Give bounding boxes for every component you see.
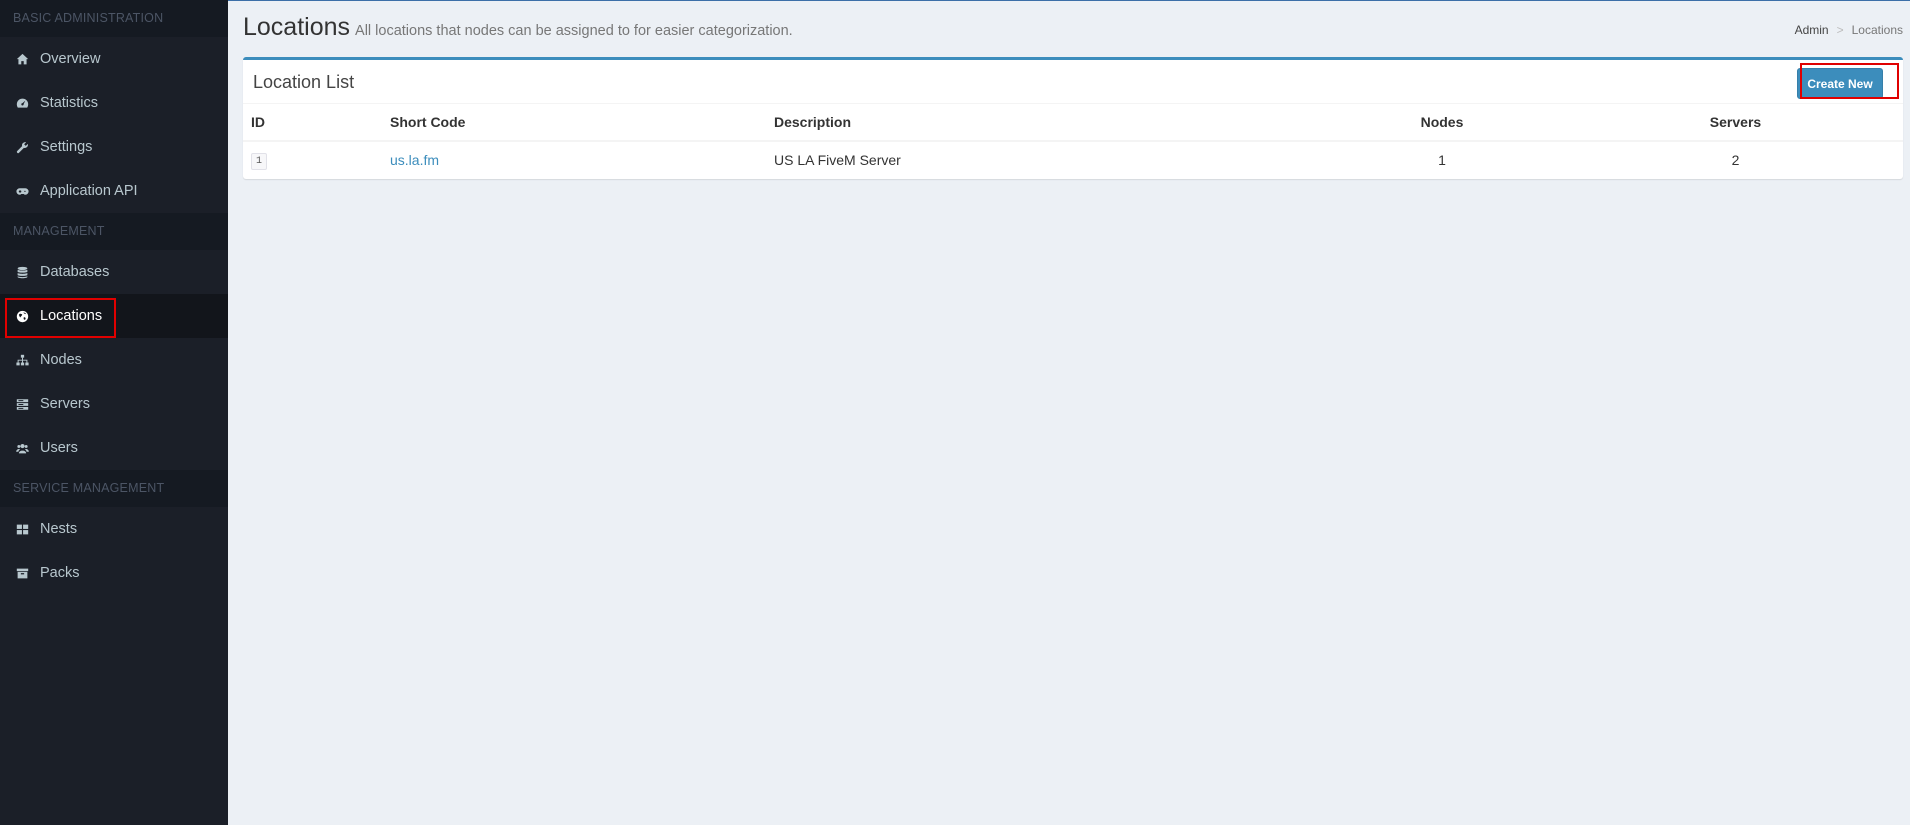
sidebar-item-statistics[interactable]: Statistics	[0, 81, 228, 125]
sidebar: BASIC ADMINISTRATION Overview Statistics…	[0, 0, 228, 825]
database-icon	[15, 265, 29, 279]
breadcrumb-current: Locations	[1851, 23, 1903, 37]
sidebar-item-overview[interactable]: Overview	[0, 37, 228, 81]
breadcrumb-separator: >	[1836, 23, 1844, 37]
sidebar-item-label: Databases	[40, 264, 110, 280]
sidebar-item-application-api[interactable]: Application API	[0, 169, 228, 213]
location-list-box: Location List Create New ID Short Code D…	[243, 57, 1903, 179]
create-new-button[interactable]: Create New	[1797, 68, 1883, 99]
sidebar-item-settings[interactable]: Settings	[0, 125, 228, 169]
table-row: 1 us.la.fm US LA FiveM Server 1 2	[243, 141, 1903, 178]
home-icon	[15, 52, 29, 66]
page-title: Locations	[243, 13, 351, 41]
gamepad-icon	[15, 184, 29, 198]
sidebar-item-servers[interactable]: Servers	[0, 382, 228, 426]
archive-icon	[15, 566, 29, 580]
sidebar-item-label: Packs	[40, 565, 80, 581]
cell-short-code: us.la.fm	[382, 141, 766, 178]
th-large-icon	[15, 522, 29, 536]
sitemap-icon	[15, 353, 29, 367]
sidebar-item-locations[interactable]: Locations	[0, 294, 228, 338]
sidebar-item-label: Settings	[40, 139, 93, 155]
top-border-line	[228, 0, 1910, 1]
sidebar-item-label: Nodes	[40, 352, 82, 368]
sidebar-item-label: Locations	[40, 308, 103, 324]
sidebar-item-label: Users	[40, 440, 78, 456]
wrench-icon	[15, 140, 29, 154]
box-title: Location List	[253, 72, 355, 92]
sidebar-header-basic-administration: BASIC ADMINISTRATION	[0, 0, 228, 37]
sidebar-item-label: Overview	[40, 51, 101, 67]
globe-icon	[15, 309, 29, 323]
sidebar-item-nests[interactable]: Nests	[0, 507, 228, 551]
app-root: BASIC ADMINISTRATION Overview Statistics…	[0, 0, 1910, 825]
sidebar-header-management: MANAGEMENT	[0, 213, 228, 250]
column-header-description: Description	[766, 104, 1316, 142]
sidebar-header-service-management: SERVICE MANAGEMENT	[0, 470, 228, 507]
locations-table: ID Short Code Description Nodes Servers …	[243, 104, 1903, 178]
sidebar-item-label: Servers	[40, 396, 90, 412]
dashboard-icon	[15, 96, 29, 110]
location-short-code-link[interactable]: us.la.fm	[390, 152, 439, 168]
breadcrumb-admin-link[interactable]: Admin	[1795, 23, 1829, 37]
cell-servers: 2	[1731, 152, 1740, 168]
sidebar-item-label: Application API	[40, 183, 138, 199]
cell-id: 1	[243, 141, 382, 178]
column-header-nodes: Nodes	[1316, 104, 1568, 142]
users-icon	[15, 441, 29, 455]
sidebar-item-databases[interactable]: Databases	[0, 250, 228, 294]
sidebar-item-label: Statistics	[40, 95, 99, 111]
sidebar-item-nodes[interactable]: Nodes	[0, 338, 228, 382]
sidebar-item-packs[interactable]: Packs	[0, 551, 228, 595]
location-id-code: 1	[251, 153, 268, 170]
table-header-row: ID Short Code Description Nodes Servers	[243, 104, 1903, 142]
cell-nodes: 1	[1438, 152, 1446, 168]
server-icon	[15, 397, 29, 411]
box-header: Location List Create New	[243, 60, 1903, 104]
breadcrumb: Admin > Locations	[1795, 23, 1903, 37]
content-header: Locations All locations that nodes can b…	[243, 13, 793, 42]
sidebar-item-label: Nests	[40, 521, 78, 537]
sidebar-item-users[interactable]: Users	[0, 426, 228, 470]
page-subtitle: All locations that nodes can be assigned…	[355, 23, 793, 39]
column-header-id: ID	[243, 104, 382, 142]
cell-description: US LA FiveM Server	[774, 152, 901, 168]
column-header-servers: Servers	[1568, 104, 1903, 142]
column-header-short-code: Short Code	[382, 104, 766, 142]
